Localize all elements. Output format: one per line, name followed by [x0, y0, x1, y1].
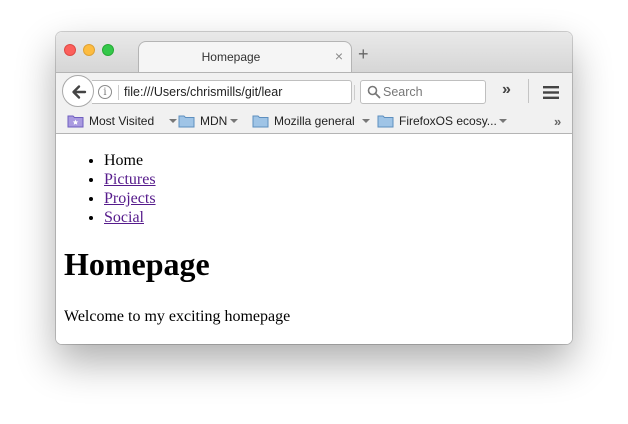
bookmarks-toolbar: Most Visited MDN Mozilla general Firefox… — [56, 109, 572, 134]
page-heading: Homepage — [64, 246, 210, 282]
nav-item-home: Home — [104, 151, 156, 170]
back-arrow-icon — [72, 85, 87, 99]
info-icon[interactable]: i — [98, 85, 112, 99]
folder-icon — [377, 115, 394, 128]
toolbar-divider — [528, 79, 529, 103]
close-window-button[interactable] — [64, 44, 76, 56]
url-bar[interactable]: i file:///Users/chrismills/git/lear — [92, 80, 375, 104]
search-bar[interactable] — [360, 80, 486, 104]
navigation-toolbar: i file:///Users/chrismills/git/lear » — [56, 72, 572, 109]
url-input[interactable]: file:///Users/chrismills/git/lear — [124, 85, 296, 101]
chevron-down-icon — [499, 119, 507, 123]
chevron-down-icon — [362, 119, 370, 123]
folder-icon — [178, 115, 195, 128]
bookmarks-overflow-button[interactable]: » — [554, 114, 561, 129]
page-paragraph: Welcome to my exciting homepage — [64, 308, 291, 325]
url-divider-right — [354, 85, 355, 100]
nav-link-pictures[interactable]: Pictures — [104, 171, 156, 188]
title-bar: Homepage × + — [56, 32, 572, 72]
chevron-down-icon — [169, 119, 177, 123]
nav-item-projects: Projects — [104, 189, 156, 208]
nav-link-social[interactable]: Social — [104, 209, 144, 226]
toolbar-overflow-button[interactable]: » — [502, 82, 511, 98]
chevron-down-icon — [230, 119, 238, 123]
bookmark-label: Mozilla general — [274, 114, 355, 128]
tab-homepage[interactable]: Homepage × — [138, 41, 352, 72]
nav-link-projects[interactable]: Projects — [104, 190, 156, 207]
nav-item-pictures: Pictures — [104, 170, 156, 189]
tab-close-icon[interactable]: × — [335, 48, 343, 64]
search-icon — [367, 85, 381, 99]
url-divider — [118, 85, 119, 100]
bookmark-label: MDN — [200, 114, 228, 128]
bookmark-label: Most Visited — [89, 114, 155, 128]
minimize-window-button[interactable] — [83, 44, 95, 56]
star-folder-icon — [67, 115, 84, 128]
hamburger-menu-icon[interactable] — [543, 86, 559, 99]
page-content: Home Pictures Projects Social Homepage W… — [56, 134, 572, 344]
back-button[interactable] — [62, 75, 94, 107]
new-tab-button[interactable]: + — [358, 45, 369, 63]
bookmark-label: FirefoxOS ecosy... — [399, 114, 497, 128]
site-nav: Home Pictures Projects Social — [104, 151, 156, 227]
maximize-window-button[interactable] — [102, 44, 114, 56]
nav-item-social: Social — [104, 208, 156, 227]
browser-window: Homepage × + i file:///Users/chrismills/… — [56, 32, 572, 344]
folder-icon — [252, 115, 269, 128]
nav-home-text: Home — [104, 152, 144, 169]
search-input[interactable] — [383, 83, 483, 101]
tab-title: Homepage — [201, 50, 261, 64]
